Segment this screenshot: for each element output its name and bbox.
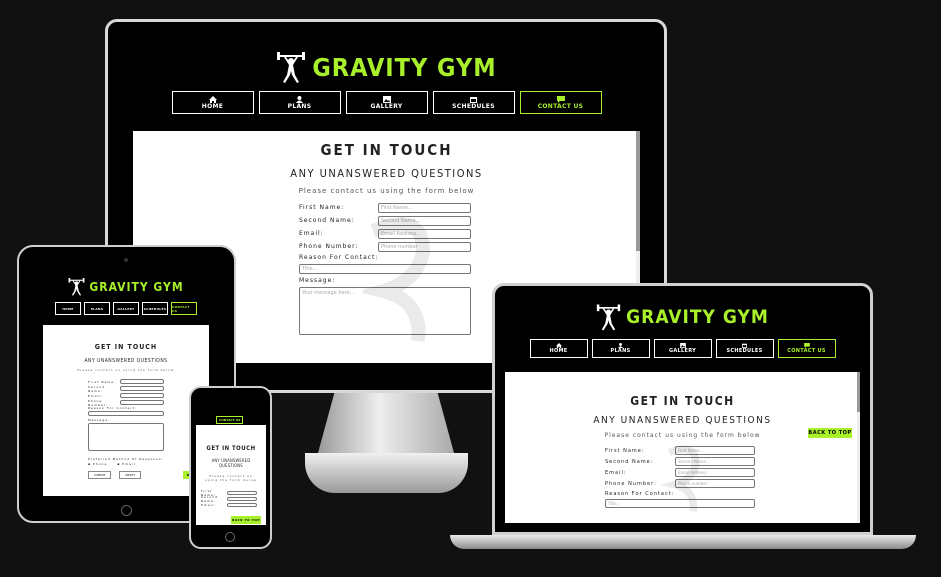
reset-button[interactable]: RESET (119, 471, 142, 479)
contact-intro: Please contact us using the form below (205, 474, 257, 482)
second-name-input[interactable] (227, 497, 257, 501)
tablet-nav: HOME PLANS GALLERY SCHEDULES CONTACT US (55, 302, 197, 315)
first-name-input[interactable] (227, 491, 257, 495)
contact-title: GET IN TOUCH (320, 141, 453, 159)
first-name-input[interactable] (120, 379, 164, 384)
contact-intro: Please contact us using the form below (604, 432, 761, 439)
nav-plans[interactable]: PLANS (258, 91, 341, 114)
nav-plans[interactable]: PLANS (84, 302, 110, 315)
contact-subtitle: ANY UNANSWERED QUESTIONS (593, 415, 772, 426)
contact-intro: Please contact us using the form below (298, 187, 475, 195)
submit-button[interactable]: SUBMIT (88, 471, 112, 479)
contact-title: GET IN TOUCH (94, 343, 158, 351)
weightlifter-icon (596, 304, 621, 331)
nav-schedules[interactable]: SCHEDULES (142, 302, 168, 315)
weightlifter-icon (68, 278, 85, 296)
weightlifter-icon (277, 52, 306, 83)
laptop-content: GET IN TOUCH ANY UNANSWERED QUESTIONS Pl… (505, 372, 860, 512)
laptop-header: GRAVITY GYM HOME PLANS GALLERY SCHEDULES… (505, 297, 860, 372)
pref-phone-radio[interactable]: ▪ Phone (88, 462, 107, 466)
desktop-nav: HOME PLANS GALLERY SCHEDULES CONTACT US (171, 91, 602, 114)
reason-input[interactable] (88, 411, 164, 416)
back-to-top-button[interactable]: BACK TO TOP (808, 428, 852, 438)
user-icon (296, 95, 303, 103)
phone-home-button[interactable] (225, 532, 235, 542)
tablet-header: GRAVITY GYM HOME PLANS GALLERY SCHEDULES… (43, 272, 209, 325)
laptop-scrollbar[interactable] (857, 372, 860, 523)
preferred-method-label: Preferred Method Of Response: (88, 457, 164, 461)
phone-header-strip: CONTACT US (196, 414, 266, 425)
pref-email-radio[interactable]: ▪ Email (117, 462, 135, 466)
nav-contact[interactable]: CONTACT US (216, 415, 244, 424)
nav-gallery[interactable]: GALLERY (345, 91, 428, 114)
tablet-screen: GRAVITY GYM HOME PLANS GALLERY SCHEDULES… (43, 272, 209, 496)
laptop-base (450, 535, 916, 549)
brand-logo[interactable]: GRAVITY GYM (276, 51, 496, 83)
message-textarea[interactable] (88, 423, 164, 451)
desktop-stand-base (305, 453, 468, 493)
home-icon (208, 95, 217, 103)
nav-contact[interactable]: CONTACT US (777, 339, 836, 358)
email-input[interactable] (227, 503, 257, 507)
nav-plans[interactable]: PLANS (591, 339, 650, 358)
nav-gallery[interactable]: GALLERY (653, 339, 712, 358)
nav-home[interactable]: HOME (171, 91, 254, 114)
contact-subtitle: ANY UNANSWERED QUESTIONS (84, 358, 168, 364)
contact-title: GET IN TOUCH (630, 394, 735, 408)
laptop-screen: GRAVITY GYM HOME PLANS GALLERY SCHEDULES… (505, 297, 860, 523)
first-name-label: First Name: (299, 204, 345, 211)
weightlifter-watermark (660, 445, 700, 512)
email-input[interactable] (120, 393, 164, 398)
tablet-camera (124, 258, 128, 262)
phone-content: GET IN TOUCH ANY UNANSWERED QUESTIONS Pl… (196, 425, 266, 524)
back-to-top-button[interactable]: BACK TO TOP (231, 516, 261, 524)
laptop-nav: HOME PLANS GALLERY SCHEDULES CONTACT US (529, 339, 836, 358)
nav-home[interactable]: HOME (529, 339, 588, 358)
phone-screen: CONTACT US GET IN TOUCH ANY UNANSWERED Q… (196, 414, 266, 525)
contact-subtitle: ANY UNANSWERED QUESTIONS (211, 458, 251, 468)
contact-title: GET IN TOUCH (206, 445, 256, 452)
nav-home[interactable]: HOME (55, 302, 81, 315)
brand-name: GRAVITY GYM (312, 52, 497, 82)
contact-intro: Please contact us using the form below (77, 368, 175, 372)
tablet-home-button[interactable] (121, 505, 132, 516)
phone-input[interactable] (120, 400, 164, 405)
laptop-brand-logo[interactable]: GRAVITY GYM (596, 303, 769, 331)
tablet-brand-logo[interactable]: GRAVITY GYM (68, 277, 183, 296)
nav-schedules[interactable]: SCHEDULES (432, 91, 515, 114)
desktop-header: GRAVITY GYM HOME PLANS GALLERY SCHEDULES… (133, 45, 640, 131)
weightlifter-watermark (363, 217, 431, 342)
nav-contact[interactable]: CONTACT US (171, 302, 197, 315)
desktop-stand-neck (318, 393, 454, 453)
image-icon (382, 95, 391, 103)
tablet-form: First Name: Second Name: Email: Phone Nu… (88, 379, 164, 479)
chat-icon (556, 95, 565, 103)
nav-gallery[interactable]: GALLERY (113, 302, 139, 315)
nav-contact[interactable]: CONTACT US (519, 91, 602, 114)
nav-schedules[interactable]: SCHEDULES (715, 339, 774, 358)
phone-form: First Name: Second Name: Email: (201, 489, 259, 508)
tablet-content: GET IN TOUCH ANY UNANSWERED QUESTIONS Pl… (43, 325, 209, 485)
contact-subtitle: ANY UNANSWERED QUESTIONS (290, 167, 483, 180)
second-name-input[interactable] (120, 386, 164, 391)
calendar-icon (470, 96, 477, 103)
